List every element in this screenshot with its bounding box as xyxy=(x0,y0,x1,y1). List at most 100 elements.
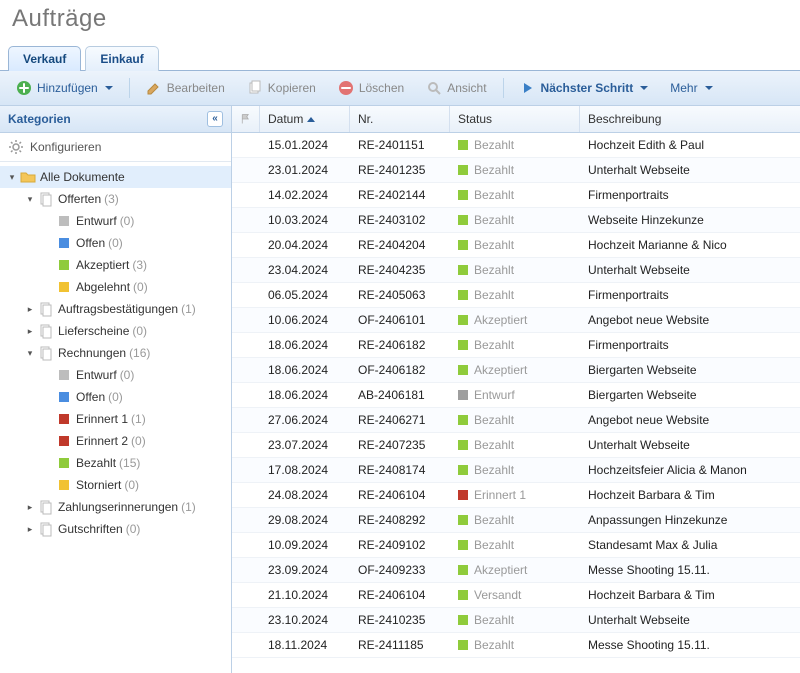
tree-node-gs[interactable]: ▸ Gutschriften(0) xyxy=(0,518,231,540)
caret-down-icon[interactable]: ▾ xyxy=(24,347,36,359)
table-row[interactable]: 10.03.2024RE-2403102BezahltWebseite Hinz… xyxy=(232,208,800,233)
table-row[interactable]: 27.06.2024RE-2406271BezahltAngebot neue … xyxy=(232,408,800,433)
column-nr[interactable]: Nr. xyxy=(350,106,450,132)
cell-status-label: Bezahlt xyxy=(474,638,514,652)
row-flag xyxy=(232,140,260,150)
table-row[interactable]: 14.02.2024RE-2402144BezahltFirmenportrai… xyxy=(232,183,800,208)
tree-node-label: Offen xyxy=(76,390,105,404)
cell-desc: Unterhalt Webseite xyxy=(580,608,800,632)
tree-node-re[interactable]: ▾Rechnungen(16) xyxy=(0,342,231,364)
cell-status-label: Bezahlt xyxy=(474,463,514,477)
table-row[interactable]: 20.04.2024RE-2404204BezahltHochzeit Mari… xyxy=(232,233,800,258)
cell-date: 14.02.2024 xyxy=(260,183,350,207)
tree-node-ls[interactable]: ▸Lieferscheine(0) xyxy=(0,320,231,342)
table-row[interactable]: 18.06.2024AB-2406181EntwurfBiergarten We… xyxy=(232,383,800,408)
next-step-button[interactable]: Nächster Schritt xyxy=(514,77,655,99)
tree-node-label: Gutschriften xyxy=(58,522,123,536)
caret-right-icon[interactable]: ▸ xyxy=(24,523,36,535)
add-button[interactable]: Hinzufügen xyxy=(10,77,119,99)
table-row[interactable]: 18.06.2024RE-2406182BezahltFirmenportrai… xyxy=(232,333,800,358)
cell-date: 21.10.2024 xyxy=(260,583,350,607)
caret-right-icon[interactable]: ▸ xyxy=(24,325,36,337)
tree-node-offerten[interactable]: ▾Offerten(3) xyxy=(0,188,231,210)
cell-nr: RE-2406104 xyxy=(350,483,450,507)
caret-down-icon[interactable]: ▾ xyxy=(6,171,18,183)
table-row[interactable]: 06.05.2024RE-2405063BezahltFirmenportrai… xyxy=(232,283,800,308)
collapse-sidebar-button[interactable]: « xyxy=(207,111,223,127)
tree-node-count: (0) xyxy=(131,434,146,448)
cell-date: 18.06.2024 xyxy=(260,383,350,407)
table-row[interactable]: 10.09.2024RE-2409102BezahltStandesamt Ma… xyxy=(232,533,800,558)
column-status[interactable]: Status xyxy=(450,106,580,132)
tree-node-off-offen[interactable]: Offen(0) xyxy=(0,232,231,254)
table-row[interactable]: 23.01.2024RE-2401235BezahltUnterhalt Web… xyxy=(232,158,800,183)
tab-verkauf[interactable]: Verkauf xyxy=(8,46,81,71)
tree-node-count: (1) xyxy=(131,412,146,426)
status-box-icon xyxy=(56,213,72,229)
table-row[interactable]: 23.09.2024OF-2409233AkzeptiertMesse Shoo… xyxy=(232,558,800,583)
table-row[interactable]: 15.01.2024RE-2401151BezahltHochzeit Edit… xyxy=(232,133,800,158)
caret-down-icon[interactable]: ▾ xyxy=(24,193,36,205)
tree-node-re-entwurf[interactable]: Entwurf(0) xyxy=(0,364,231,386)
tree-node-ab[interactable]: ▸Auftragsbestätigungen(1) xyxy=(0,298,231,320)
copy-button[interactable]: Kopieren xyxy=(241,77,322,99)
tree-node-re-sto[interactable]: Storniert(0) xyxy=(0,474,231,496)
table-row[interactable]: 21.10.2024RE-2406104VersandtHochzeit Bar… xyxy=(232,583,800,608)
edit-button[interactable]: Bearbeiten xyxy=(140,77,231,99)
cell-status: Akzeptiert xyxy=(450,308,580,332)
cell-status: Bezahlt xyxy=(450,333,580,357)
tree-node-ze[interactable]: ▸Zahlungserinnerungen(1) xyxy=(0,496,231,518)
status-color-icon xyxy=(458,140,468,150)
table-row[interactable]: 29.08.2024RE-2408292BezahltAnpassungen H… xyxy=(232,508,800,533)
status-box-icon xyxy=(56,477,72,493)
cell-nr: RE-2401235 xyxy=(350,158,450,182)
table-row[interactable]: 23.04.2024RE-2404235BezahltUnterhalt Web… xyxy=(232,258,800,283)
tree-node-re-er2[interactable]: Erinnert 2(0) xyxy=(0,430,231,452)
status-box-icon xyxy=(56,433,72,449)
tree-node-label: Alle Dokumente xyxy=(40,170,125,184)
grid-header: Datum Nr. Status Beschreibung xyxy=(232,106,800,133)
documents-icon xyxy=(38,499,54,515)
table-row[interactable]: 23.10.2024RE-2410235BezahltUnterhalt Web… xyxy=(232,608,800,633)
caret-right-icon[interactable]: ▸ xyxy=(24,501,36,513)
tree-node-re-offen[interactable]: Offen(0) xyxy=(0,386,231,408)
grid-body[interactable]: 15.01.2024RE-2401151BezahltHochzeit Edit… xyxy=(232,133,800,673)
cell-nr: RE-2408292 xyxy=(350,508,450,532)
row-flag xyxy=(232,340,260,350)
configure-button[interactable]: Konfigurieren xyxy=(0,133,231,162)
column-desc[interactable]: Beschreibung xyxy=(580,106,800,132)
cell-status: Versandt xyxy=(450,583,580,607)
tree-node-off-entwurf[interactable]: Entwurf(0) xyxy=(0,210,231,232)
table-row[interactable]: 23.07.2024RE-2407235BezahltUnterhalt Web… xyxy=(232,433,800,458)
tree-node-re-er1[interactable]: Erinnert 1(1) xyxy=(0,408,231,430)
more-button[interactable]: Mehr xyxy=(664,78,718,98)
flag-icon xyxy=(240,113,252,125)
delete-button[interactable]: Löschen xyxy=(332,77,410,99)
row-flag xyxy=(232,365,260,375)
row-flag xyxy=(232,615,260,625)
arrow-right-icon xyxy=(520,80,536,96)
table-row[interactable]: 24.08.2024RE-2406104Erinnert 1Hochzeit B… xyxy=(232,483,800,508)
add-button-label: Hinzufügen xyxy=(37,81,98,95)
table-row[interactable]: 10.06.2024OF-2406101AkzeptiertAngebot ne… xyxy=(232,308,800,333)
tree-node-count: (0) xyxy=(126,522,141,536)
caret-right-icon[interactable]: ▸ xyxy=(24,303,36,315)
tab-einkauf[interactable]: Einkauf xyxy=(85,46,158,71)
tree-node-off-akz[interactable]: Akzeptiert(3) xyxy=(0,254,231,276)
cell-date: 23.10.2024 xyxy=(260,608,350,632)
tree-node-re-bez[interactable]: Bezahlt(15) xyxy=(0,452,231,474)
cell-status: Bezahlt xyxy=(450,508,580,532)
status-color-icon xyxy=(458,515,468,525)
row-flag xyxy=(232,590,260,600)
caret-none xyxy=(42,281,54,293)
table-row[interactable]: 18.06.2024OF-2406182AkzeptiertBiergarten… xyxy=(232,358,800,383)
cell-desc: Unterhalt Webseite xyxy=(580,433,800,457)
tree-node-off-abg[interactable]: Abgelehnt(0) xyxy=(0,276,231,298)
row-flag xyxy=(232,240,260,250)
table-row[interactable]: 18.11.2024RE-2411185BezahltMesse Shootin… xyxy=(232,633,800,658)
tree-node-all[interactable]: ▾ Alle Dokumente xyxy=(0,166,231,188)
column-date[interactable]: Datum xyxy=(260,106,350,132)
column-flag[interactable] xyxy=(232,106,260,132)
table-row[interactable]: 17.08.2024RE-2408174BezahltHochzeitsfeie… xyxy=(232,458,800,483)
view-button[interactable]: Ansicht xyxy=(420,77,492,99)
